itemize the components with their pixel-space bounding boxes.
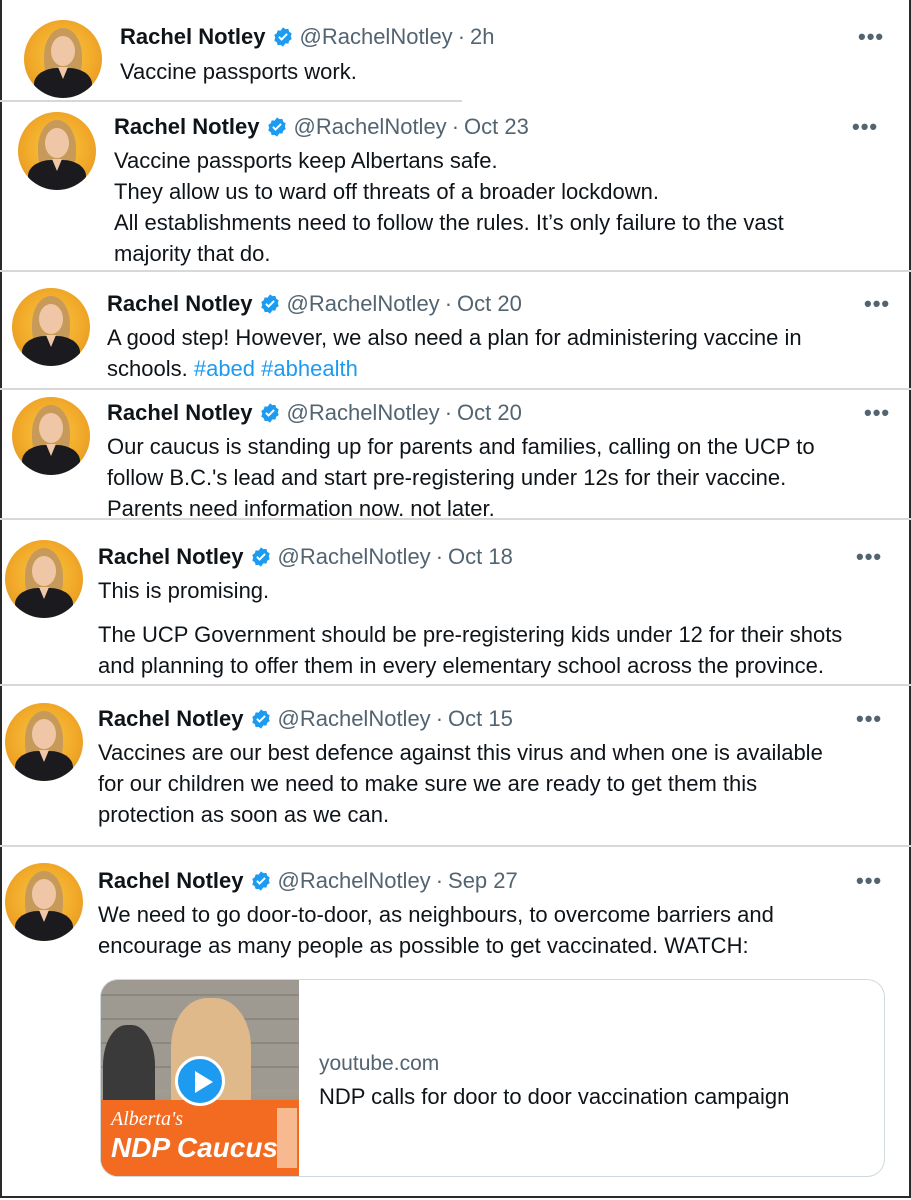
- tweet-text-line: protection as soon as we can.: [98, 802, 390, 827]
- divider: [0, 270, 911, 272]
- tweet-text-line: A good step! However, we also need a pla…: [107, 325, 802, 350]
- divider: [0, 684, 911, 686]
- video-thumbnail[interactable]: Alberta's NDP Caucus: [101, 980, 299, 1176]
- verified-badge-icon: [251, 547, 270, 567]
- tweet-text: Vaccines are our best defence against th…: [98, 737, 823, 830]
- tweet-timestamp[interactable]: Oct 20: [457, 400, 522, 426]
- avatar[interactable]: [12, 288, 90, 366]
- dot-separator: ·: [435, 706, 444, 731]
- tweet-timestamp[interactable]: Oct 15: [448, 706, 513, 732]
- tweet-text-line: for our children we need to make sure we…: [98, 771, 758, 796]
- tweet-text-line: Our caucus is standing up for parents an…: [107, 434, 815, 459]
- more-options-icon[interactable]: •••: [864, 291, 890, 317]
- divider: [0, 100, 462, 102]
- tweet-timestamp[interactable]: Sep 27: [448, 868, 518, 894]
- tweet-timestamp[interactable]: 2h: [470, 24, 494, 50]
- author-handle[interactable]: @RachelNotley: [278, 544, 431, 570]
- tweet-text: Our caucus is standing up for parents an…: [107, 431, 815, 524]
- verified-badge-icon: [251, 871, 270, 891]
- author-name[interactable]: Rachel Notley: [120, 24, 266, 50]
- dot-separator: ·: [444, 291, 453, 316]
- author-name[interactable]: Rachel Notley: [114, 114, 260, 140]
- author-handle[interactable]: @RachelNotley: [294, 114, 447, 140]
- tweet-text: Vaccine passports work.: [120, 56, 357, 87]
- hashtag-link[interactable]: #abed: [194, 356, 255, 381]
- more-options-icon[interactable]: •••: [864, 400, 890, 426]
- tweet-text: A good step! However, we also need a pla…: [107, 322, 802, 384]
- more-options-icon[interactable]: •••: [856, 706, 882, 732]
- avatar[interactable]: [5, 540, 83, 618]
- tweet-header: Rachel Notley @RachelNotley · Oct 20: [107, 400, 522, 426]
- card-title[interactable]: NDP calls for door to door vaccination c…: [319, 1084, 789, 1110]
- tweet-text-line: The UCP Government should be pre-registe…: [98, 622, 843, 647]
- tweet-text-line: encourage as many people as possible to …: [98, 933, 749, 958]
- tweet-text-line: majority that do.: [114, 241, 271, 266]
- divider: [0, 388, 911, 390]
- thumbnail-caption-line2: NDP Caucus: [111, 1132, 279, 1163]
- author-handle[interactable]: @RachelNotley: [287, 291, 440, 317]
- tweet-timestamp[interactable]: Oct 20: [457, 291, 522, 317]
- author-name[interactable]: Rachel Notley: [98, 544, 244, 570]
- tweet-text: This is promising. The UCP Government sh…: [98, 575, 842, 681]
- tweet-text: We need to go door-to-door, as neighbour…: [98, 899, 774, 961]
- dot-separator: ·: [435, 544, 444, 569]
- verified-badge-icon: [260, 403, 279, 423]
- dot-separator: ·: [451, 114, 460, 139]
- hashtag-link[interactable]: #abhealth: [261, 356, 358, 381]
- author-name[interactable]: Rachel Notley: [107, 291, 253, 317]
- tweet-text-line: follow B.C.'s lead and start pre-registe…: [107, 465, 787, 490]
- more-options-icon[interactable]: •••: [856, 868, 882, 894]
- tweet-header: Rachel Notley @RachelNotley · Sep 27: [98, 868, 518, 894]
- avatar[interactable]: [12, 397, 90, 475]
- tweet-header: Rachel Notley @RachelNotley · Oct 15: [98, 706, 513, 732]
- avatar[interactable]: [18, 112, 96, 190]
- tweet-timestamp[interactable]: Oct 18: [448, 544, 513, 570]
- card-domain: youtube.com: [319, 1052, 440, 1075]
- author-handle[interactable]: @RachelNotley: [300, 24, 453, 50]
- more-options-icon[interactable]: •••: [858, 24, 884, 50]
- verified-badge-icon: [260, 294, 279, 314]
- tweet-text-fragment: schools.: [107, 356, 188, 381]
- more-options-icon[interactable]: •••: [856, 544, 882, 570]
- dot-separator: ·: [435, 868, 444, 893]
- author-handle[interactable]: @RachelNotley: [278, 706, 431, 732]
- author-handle[interactable]: @RachelNotley: [287, 400, 440, 426]
- dot-separator: ·: [457, 24, 466, 49]
- tweet-text: Vaccine passports keep Albertans safe. T…: [114, 145, 784, 269]
- tweet-text-line: Vaccines are our best defence against th…: [98, 740, 823, 765]
- tweet-text-line: Vaccine passports keep Albertans safe.: [114, 148, 498, 173]
- avatar[interactable]: [5, 703, 83, 781]
- tweet-text-line: All establishments need to follow the ru…: [114, 210, 784, 235]
- more-options-icon[interactable]: •••: [852, 114, 878, 140]
- author-name[interactable]: Rachel Notley: [98, 868, 244, 894]
- tweet-text-line: schools. #abed #abhealth: [107, 353, 802, 384]
- author-name[interactable]: Rachel Notley: [107, 400, 253, 426]
- tweet-header: Rachel Notley @RachelNotley · Oct 23: [114, 114, 529, 140]
- divider: [0, 845, 911, 847]
- verified-badge-icon: [251, 709, 270, 729]
- divider: [0, 518, 911, 520]
- tweet-header: Rachel Notley @RachelNotley · Oct 18: [98, 544, 513, 570]
- tweet-text-line: Vaccine passports work.: [120, 59, 357, 84]
- tweet-header: Rachel Notley @RachelNotley · Oct 20: [107, 291, 522, 317]
- dot-separator: ·: [444, 400, 453, 425]
- author-handle[interactable]: @RachelNotley: [278, 868, 431, 894]
- verified-badge-icon: [267, 117, 286, 137]
- tweet-text-line: and planning to offer them in every elem…: [98, 653, 824, 678]
- author-name[interactable]: Rachel Notley: [98, 706, 244, 732]
- play-icon[interactable]: [175, 1056, 225, 1106]
- tweet-text-line: We need to go door-to-door, as neighbour…: [98, 902, 774, 927]
- tweet-text-line: This is promising.: [98, 578, 270, 603]
- tweet-header: Rachel Notley @RachelNotley · 2h: [120, 24, 495, 50]
- thumbnail-caption-line1: Alberta's: [111, 1108, 184, 1130]
- link-preview-card[interactable]: Alberta's NDP Caucus youtube.com NDP cal…: [100, 979, 885, 1177]
- verified-badge-icon: [273, 27, 292, 47]
- tweet-text-line: They allow us to ward off threats of a b…: [114, 179, 659, 204]
- tweet-timestamp[interactable]: Oct 23: [464, 114, 529, 140]
- avatar[interactable]: [24, 20, 102, 98]
- avatar[interactable]: [5, 863, 83, 941]
